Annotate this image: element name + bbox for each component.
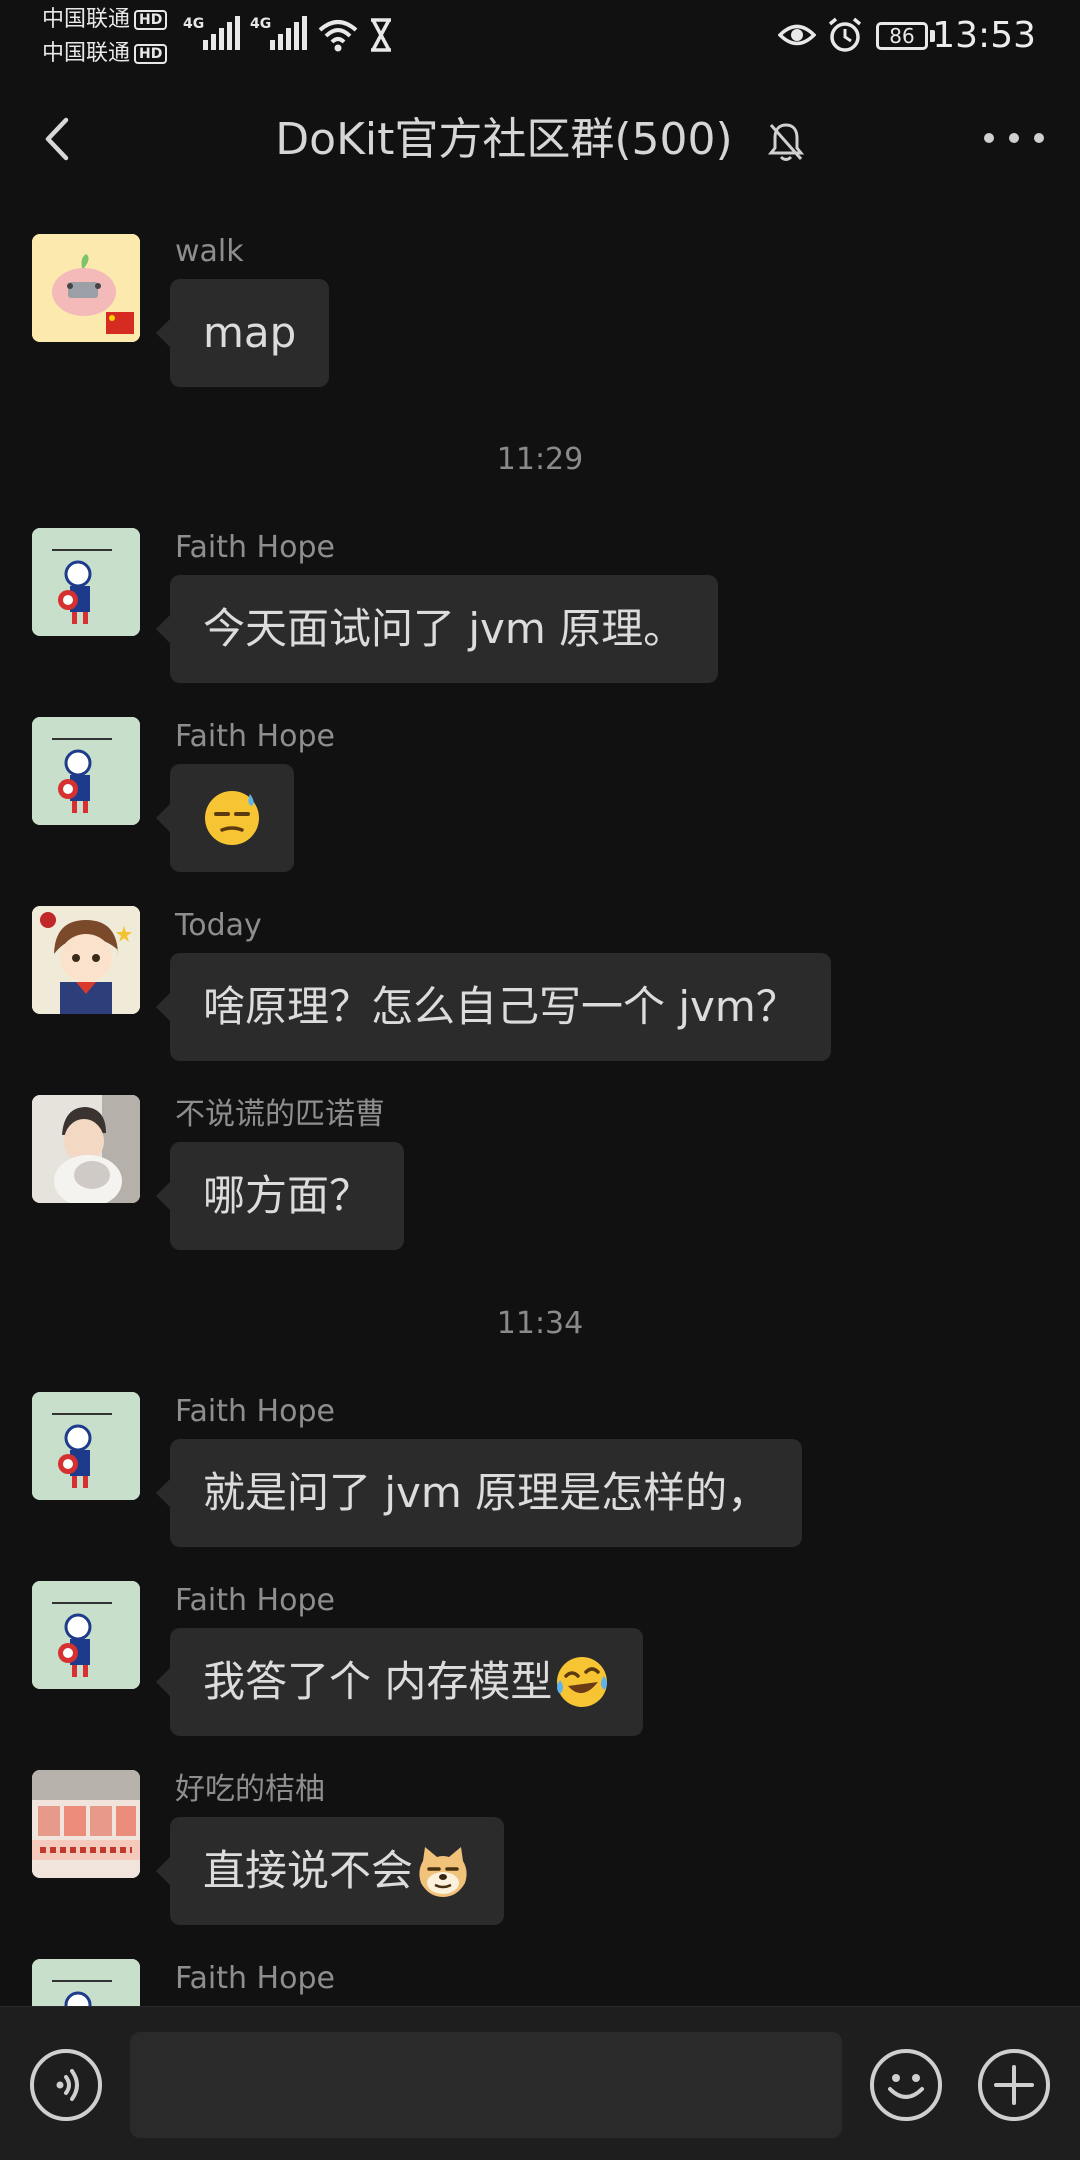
message-text: 哪方面？ bbox=[203, 1171, 372, 1220]
message-item: Faith Hope 今天面试问了 jvm 原理。 bbox=[0, 528, 1080, 688]
avatar[interactable] bbox=[32, 1392, 140, 1500]
avatar[interactable] bbox=[32, 1581, 140, 1689]
captain-avatar-image bbox=[32, 1581, 140, 1689]
avatar[interactable] bbox=[32, 906, 140, 1014]
photo-avatar-image bbox=[32, 1095, 140, 1203]
message-bubble[interactable]: 今天面试问了 jvm 原理。 bbox=[155, 575, 719, 683]
input-bar bbox=[0, 2006, 1080, 2160]
message-item: Faith Hope bbox=[0, 1959, 1080, 2006]
hd-badge: HD bbox=[134, 44, 168, 64]
message-item: Today 啥原理？怎么自己写一个 jvm？ bbox=[0, 906, 1080, 1066]
chat-title-row[interactable]: DoKit官方社区群(500) bbox=[0, 112, 1080, 168]
sender-name: Today bbox=[175, 908, 262, 943]
message-item: Faith Hope 就是问了 jvm 原理是怎样的， bbox=[0, 1392, 1080, 1552]
sender-name: Faith Hope bbox=[175, 1961, 335, 1996]
sender-name: Faith Hope bbox=[175, 1583, 335, 1618]
signal-icon: 4G bbox=[183, 16, 243, 52]
message-text: 今天面试问了 jvm 原理。 bbox=[203, 604, 686, 653]
sender-name: walk bbox=[175, 234, 244, 269]
avatar[interactable] bbox=[32, 1095, 140, 1203]
avatar[interactable] bbox=[32, 234, 140, 342]
doge-emoji bbox=[419, 1846, 467, 1897]
message-item: 不说谎的匹诺曹 哪方面？ bbox=[0, 1095, 1080, 1255]
voice-wave-glyph bbox=[56, 2069, 79, 2101]
message-bubble[interactable]: 直接说不会 bbox=[155, 1817, 505, 1925]
timestamp: 11:29 bbox=[496, 442, 584, 477]
sweat-smile-emoji bbox=[205, 790, 259, 845]
message-text: 直接说不会 bbox=[203, 1846, 414, 1895]
eye-comfort-icon bbox=[778, 24, 816, 46]
pig-avatar-image bbox=[32, 234, 140, 342]
status-bar: 中国联通 HD 中国联通 HD 4G 4G 86 13:53 bbox=[0, 0, 1080, 72]
more-dots-icon[interactable] bbox=[984, 118, 1044, 158]
avatar[interactable] bbox=[32, 1770, 140, 1878]
chat-screen: 中国联通 HD 中国联通 HD 4G 4G 86 13:53 DoKit官方社区… bbox=[0, 0, 1080, 2160]
message-item: 好吃的桔柚 直接说不会 bbox=[0, 1770, 1080, 1930]
message-input[interactable] bbox=[130, 2032, 842, 2138]
chat-title: DoKit官方社区群(500) bbox=[275, 114, 733, 165]
captain-avatar-image bbox=[32, 717, 140, 825]
sender-name: Faith Hope bbox=[175, 530, 335, 565]
captain-avatar-image bbox=[32, 1392, 140, 1500]
message-text: 啥原理？怎么自己写一个 jvm？ bbox=[203, 982, 798, 1031]
voice-icon[interactable] bbox=[30, 2049, 102, 2121]
bell-muted-icon bbox=[767, 123, 804, 161]
hourglass-icon bbox=[371, 18, 391, 52]
timestamp: 11:34 bbox=[496, 1306, 584, 1341]
laugh-cry-emoji bbox=[557, 1656, 608, 1707]
message-text: 我答了个 内存模型 bbox=[203, 1657, 553, 1706]
message-text: 就是问了 jvm 原理是怎样的， bbox=[203, 1468, 770, 1517]
message-bubble[interactable] bbox=[156, 764, 294, 872]
message-bubble[interactable]: 就是问了 jvm 原理是怎样的， bbox=[155, 1439, 803, 1547]
boy-avatar-image bbox=[32, 906, 140, 1014]
network-type-label: 4G bbox=[183, 16, 205, 32]
emoji-icon[interactable] bbox=[870, 2049, 942, 2121]
message-item: walk map bbox=[0, 232, 1080, 392]
network-type-label: 4G bbox=[250, 16, 272, 32]
hd-badge: HD bbox=[134, 10, 168, 30]
message-bubble[interactable]: 哪方面？ bbox=[155, 1142, 405, 1250]
plus-glyph bbox=[994, 2065, 1034, 2105]
captain-avatar-image bbox=[32, 528, 140, 636]
battery-level: 86 bbox=[889, 24, 915, 48]
avatar[interactable] bbox=[32, 1959, 140, 2006]
message-item: Faith Hope bbox=[0, 717, 1080, 877]
carrier-1: 中国联通 HD bbox=[42, 6, 168, 34]
sender-name: 不说谎的匹诺曹 bbox=[175, 1097, 385, 1132]
smiley-glyph bbox=[888, 2074, 924, 2099]
carrier-2: 中国联通 HD bbox=[42, 40, 168, 68]
shop-avatar-image bbox=[32, 1770, 140, 1878]
alarm-clock-icon bbox=[828, 17, 862, 52]
sender-name: Faith Hope bbox=[175, 719, 335, 754]
wifi-icon bbox=[318, 20, 358, 52]
chat-header: DoKit官方社区群(500) bbox=[0, 72, 1080, 204]
status-time: 13:53 bbox=[932, 15, 1036, 56]
avatar[interactable] bbox=[32, 528, 140, 636]
carrier-1-label: 中国联通 bbox=[42, 7, 131, 32]
message-bubble[interactable]: 啥原理？怎么自己写一个 jvm？ bbox=[156, 953, 831, 1061]
signal-icon: 4G bbox=[250, 16, 310, 52]
plus-icon[interactable] bbox=[978, 2049, 1050, 2121]
message-bubble[interactable]: 我答了个 内存模型 bbox=[155, 1628, 644, 1736]
message-text: map bbox=[203, 308, 297, 357]
message-bubble[interactable]: map bbox=[155, 279, 330, 387]
carrier-2-label: 中国联通 bbox=[42, 41, 131, 66]
battery-icon: 86 bbox=[876, 22, 928, 50]
message-item: Faith Hope 我答了个 内存模型 bbox=[0, 1581, 1080, 1741]
sender-name: Faith Hope bbox=[175, 1394, 335, 1429]
avatar[interactable] bbox=[32, 717, 140, 825]
captain-avatar-image bbox=[32, 1959, 140, 2006]
sender-name: 好吃的桔柚 bbox=[175, 1772, 325, 1807]
